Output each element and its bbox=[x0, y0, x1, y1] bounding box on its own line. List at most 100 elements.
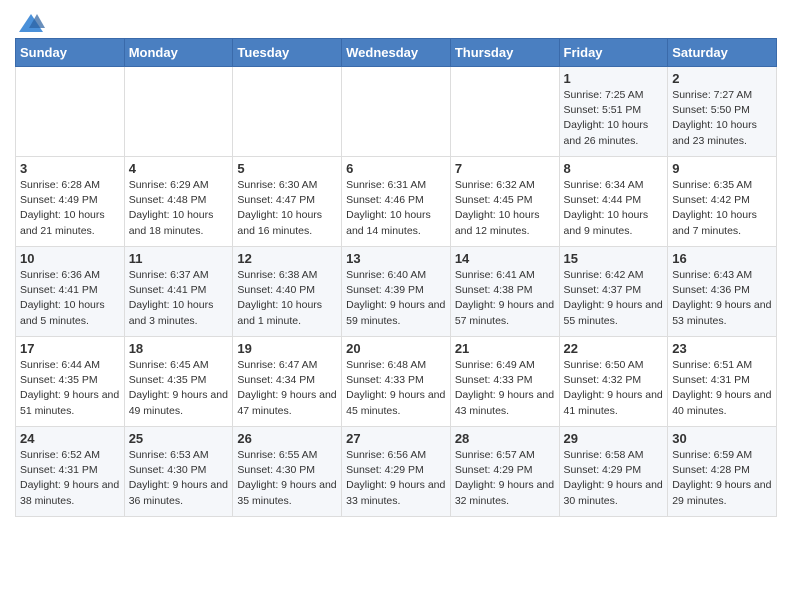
day-number: 6 bbox=[346, 161, 446, 176]
day-number: 16 bbox=[672, 251, 772, 266]
day-info: Sunrise: 6:52 AM Sunset: 4:31 PM Dayligh… bbox=[20, 448, 120, 509]
day-number: 1 bbox=[564, 71, 664, 86]
day-number: 19 bbox=[237, 341, 337, 356]
day-number: 4 bbox=[129, 161, 229, 176]
day-info: Sunrise: 6:43 AM Sunset: 4:36 PM Dayligh… bbox=[672, 268, 772, 329]
calendar-cell: 15 Sunrise: 6:42 AM Sunset: 4:37 PM Dayli… bbox=[559, 247, 668, 337]
day-info: Sunrise: 6:44 AM Sunset: 4:35 PM Dayligh… bbox=[20, 358, 120, 419]
day-info: Sunrise: 6:58 AM Sunset: 4:29 PM Dayligh… bbox=[564, 448, 664, 509]
day-number: 20 bbox=[346, 341, 446, 356]
calendar-cell: 21 Sunrise: 6:49 AM Sunset: 4:33 PM Dayli… bbox=[450, 337, 559, 427]
day-info: Sunrise: 6:31 AM Sunset: 4:46 PM Dayligh… bbox=[346, 178, 446, 239]
calendar-week-row: 3Sunrise: 6:28 AM Sunset: 4:49 PM Daylig… bbox=[16, 157, 777, 247]
day-info: Sunrise: 6:40 AM Sunset: 4:39 PM Dayligh… bbox=[346, 268, 446, 329]
calendar-cell bbox=[16, 67, 125, 157]
day-info: Sunrise: 6:28 AM Sunset: 4:49 PM Dayligh… bbox=[20, 178, 120, 239]
calendar-cell: 23 Sunrise: 6:51 AM Sunset: 4:31 PM Dayli… bbox=[668, 337, 777, 427]
logo-icon bbox=[17, 10, 45, 38]
calendar-cell: 13 Sunrise: 6:40 AM Sunset: 4:39 PM Dayli… bbox=[342, 247, 451, 337]
day-info: Sunrise: 6:42 AM Sunset: 4:37 PM Dayligh… bbox=[564, 268, 664, 329]
day-number: 25 bbox=[129, 431, 229, 446]
day-info: Sunrise: 6:35 AM Sunset: 4:42 PM Dayligh… bbox=[672, 178, 772, 239]
day-info: Sunrise: 6:41 AM Sunset: 4:38 PM Dayligh… bbox=[455, 268, 555, 329]
day-number: 22 bbox=[564, 341, 664, 356]
calendar-cell: 11Sunrise: 6:37 AM Sunset: 4:41 PM Dayli… bbox=[124, 247, 233, 337]
day-info: Sunrise: 6:59 AM Sunset: 4:28 PM Dayligh… bbox=[672, 448, 772, 509]
day-number: 30 bbox=[672, 431, 772, 446]
day-info: Sunrise: 6:50 AM Sunset: 4:32 PM Dayligh… bbox=[564, 358, 664, 419]
day-info: Sunrise: 6:45 AM Sunset: 4:35 PM Dayligh… bbox=[129, 358, 229, 419]
day-number: 14 bbox=[455, 251, 555, 266]
day-number: 21 bbox=[455, 341, 555, 356]
day-info: Sunrise: 7:27 AM Sunset: 5:50 PM Dayligh… bbox=[672, 88, 772, 149]
logo bbox=[15, 10, 45, 32]
calendar-week-row: 1 Sunrise: 7:25 AM Sunset: 5:51 PM Daylig… bbox=[16, 67, 777, 157]
day-info: Sunrise: 6:30 AM Sunset: 4:47 PM Dayligh… bbox=[237, 178, 337, 239]
day-info: Sunrise: 6:38 AM Sunset: 4:40 PM Dayligh… bbox=[237, 268, 337, 329]
day-number: 5 bbox=[237, 161, 337, 176]
page-header bbox=[15, 10, 777, 32]
day-number: 2 bbox=[672, 71, 772, 86]
calendar-cell: 14 Sunrise: 6:41 AM Sunset: 4:38 PM Dayli… bbox=[450, 247, 559, 337]
day-number: 28 bbox=[455, 431, 555, 446]
column-header-sunday: Sunday bbox=[16, 39, 125, 67]
day-number: 23 bbox=[672, 341, 772, 356]
calendar-week-row: 24 Sunrise: 6:52 AM Sunset: 4:31 PM Dayli… bbox=[16, 427, 777, 517]
day-info: Sunrise: 7:25 AM Sunset: 5:51 PM Dayligh… bbox=[564, 88, 664, 149]
column-header-saturday: Saturday bbox=[668, 39, 777, 67]
day-number: 17 bbox=[20, 341, 120, 356]
calendar-cell: 25 Sunrise: 6:53 AM Sunset: 4:30 PM Dayli… bbox=[124, 427, 233, 517]
calendar-cell: 10Sunrise: 6:36 AM Sunset: 4:41 PM Dayli… bbox=[16, 247, 125, 337]
day-number: 18 bbox=[129, 341, 229, 356]
day-info: Sunrise: 6:51 AM Sunset: 4:31 PM Dayligh… bbox=[672, 358, 772, 419]
calendar-week-row: 17 Sunrise: 6:44 AM Sunset: 4:35 PM Dayli… bbox=[16, 337, 777, 427]
day-info: Sunrise: 6:34 AM Sunset: 4:44 PM Dayligh… bbox=[564, 178, 664, 239]
calendar-cell: 26Sunrise: 6:55 AM Sunset: 4:30 PM Dayli… bbox=[233, 427, 342, 517]
calendar-cell: 20Sunrise: 6:48 AM Sunset: 4:33 PM Dayli… bbox=[342, 337, 451, 427]
day-info: Sunrise: 6:29 AM Sunset: 4:48 PM Dayligh… bbox=[129, 178, 229, 239]
calendar-header-row: SundayMondayTuesdayWednesdayThursdayFrid… bbox=[16, 39, 777, 67]
calendar-cell: 8 Sunrise: 6:34 AM Sunset: 4:44 PM Daylig… bbox=[559, 157, 668, 247]
calendar-cell: 3Sunrise: 6:28 AM Sunset: 4:49 PM Daylig… bbox=[16, 157, 125, 247]
day-info: Sunrise: 6:37 AM Sunset: 4:41 PM Dayligh… bbox=[129, 268, 229, 329]
calendar-cell: 12 Sunrise: 6:38 AM Sunset: 4:40 PM Dayli… bbox=[233, 247, 342, 337]
calendar-week-row: 10Sunrise: 6:36 AM Sunset: 4:41 PM Dayli… bbox=[16, 247, 777, 337]
day-info: Sunrise: 6:57 AM Sunset: 4:29 PM Dayligh… bbox=[455, 448, 555, 509]
calendar-cell: 22 Sunrise: 6:50 AM Sunset: 4:32 PM Dayli… bbox=[559, 337, 668, 427]
day-number: 7 bbox=[455, 161, 555, 176]
day-info: Sunrise: 6:56 AM Sunset: 4:29 PM Dayligh… bbox=[346, 448, 446, 509]
day-number: 29 bbox=[564, 431, 664, 446]
calendar-cell: 5 Sunrise: 6:30 AM Sunset: 4:47 PM Daylig… bbox=[233, 157, 342, 247]
calendar-cell: 19 Sunrise: 6:47 AM Sunset: 4:34 PM Dayli… bbox=[233, 337, 342, 427]
day-number: 12 bbox=[237, 251, 337, 266]
calendar-cell: 17 Sunrise: 6:44 AM Sunset: 4:35 PM Dayli… bbox=[16, 337, 125, 427]
day-info: Sunrise: 6:36 AM Sunset: 4:41 PM Dayligh… bbox=[20, 268, 120, 329]
day-info: Sunrise: 6:49 AM Sunset: 4:33 PM Dayligh… bbox=[455, 358, 555, 419]
column-header-tuesday: Tuesday bbox=[233, 39, 342, 67]
calendar-cell bbox=[342, 67, 451, 157]
calendar-cell: 18 Sunrise: 6:45 AM Sunset: 4:35 PM Dayli… bbox=[124, 337, 233, 427]
day-info: Sunrise: 6:32 AM Sunset: 4:45 PM Dayligh… bbox=[455, 178, 555, 239]
column-header-wednesday: Wednesday bbox=[342, 39, 451, 67]
calendar-cell: 27 Sunrise: 6:56 AM Sunset: 4:29 PM Dayli… bbox=[342, 427, 451, 517]
calendar-cell: 1 Sunrise: 7:25 AM Sunset: 5:51 PM Daylig… bbox=[559, 67, 668, 157]
day-number: 24 bbox=[20, 431, 120, 446]
calendar-cell: 28 Sunrise: 6:57 AM Sunset: 4:29 PM Dayli… bbox=[450, 427, 559, 517]
calendar-table: SundayMondayTuesdayWednesdayThursdayFrid… bbox=[15, 38, 777, 517]
day-number: 8 bbox=[564, 161, 664, 176]
calendar-cell: 2 Sunrise: 7:27 AM Sunset: 5:50 PM Daylig… bbox=[668, 67, 777, 157]
day-number: 15 bbox=[564, 251, 664, 266]
calendar-cell bbox=[450, 67, 559, 157]
day-number: 27 bbox=[346, 431, 446, 446]
calendar-cell: 16 Sunrise: 6:43 AM Sunset: 4:36 PM Dayli… bbox=[668, 247, 777, 337]
day-number: 13 bbox=[346, 251, 446, 266]
column-header-friday: Friday bbox=[559, 39, 668, 67]
calendar-cell: 7 Sunrise: 6:32 AM Sunset: 4:45 PM Daylig… bbox=[450, 157, 559, 247]
day-info: Sunrise: 6:47 AM Sunset: 4:34 PM Dayligh… bbox=[237, 358, 337, 419]
calendar-cell: 9Sunrise: 6:35 AM Sunset: 4:42 PM Daylig… bbox=[668, 157, 777, 247]
day-info: Sunrise: 6:53 AM Sunset: 4:30 PM Dayligh… bbox=[129, 448, 229, 509]
column-header-monday: Monday bbox=[124, 39, 233, 67]
calendar-cell bbox=[233, 67, 342, 157]
calendar-cell bbox=[124, 67, 233, 157]
calendar-cell: 30 Sunrise: 6:59 AM Sunset: 4:28 PM Dayli… bbox=[668, 427, 777, 517]
